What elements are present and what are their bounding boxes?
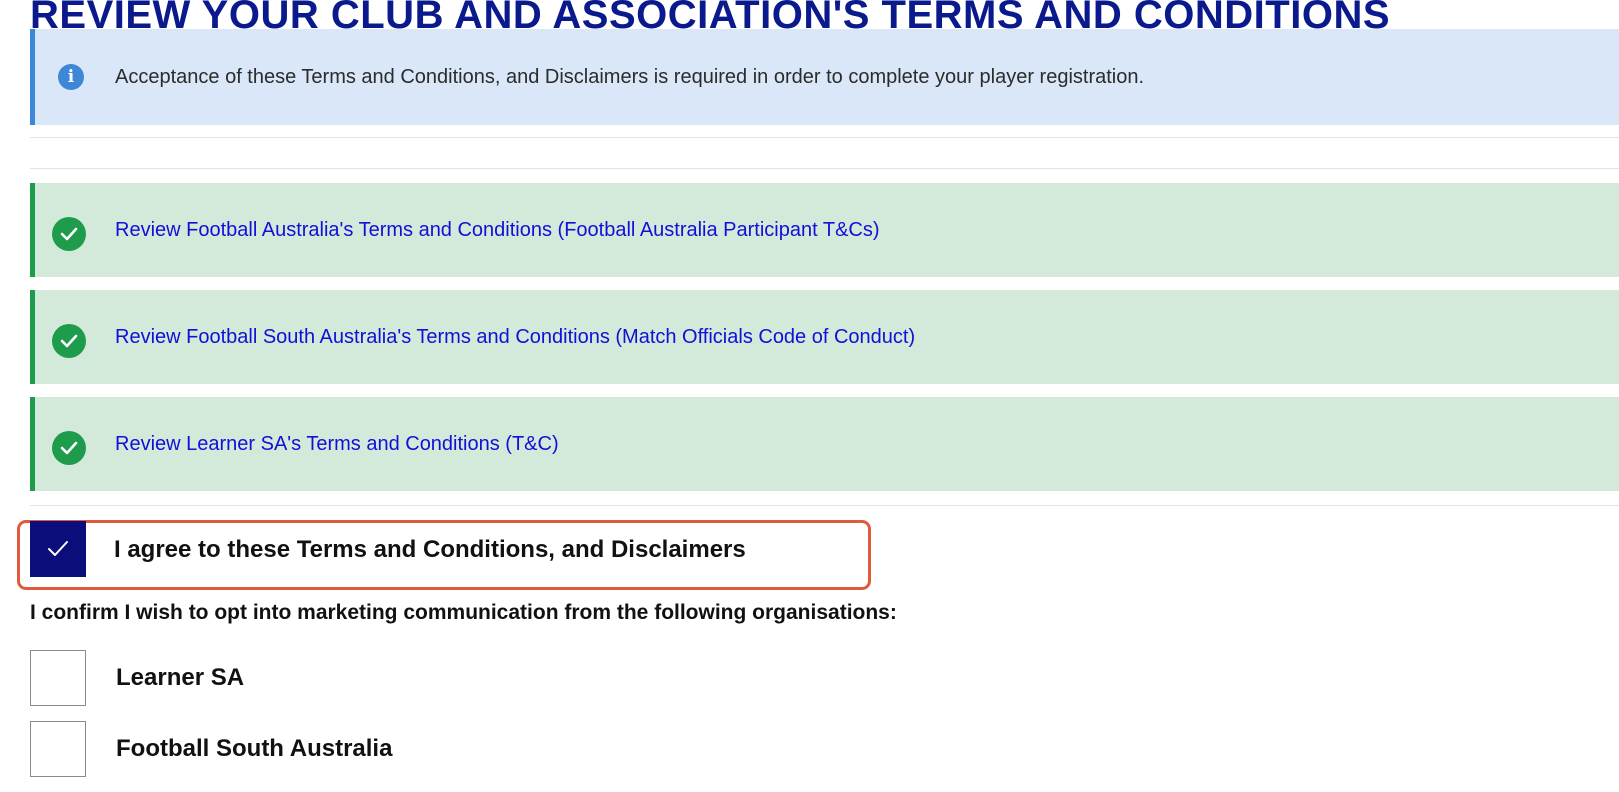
info-banner: i Acceptance of these Terms and Conditio… (30, 29, 1619, 125)
divider (30, 137, 1619, 138)
marketing-checkbox-learner-sa[interactable] (30, 650, 86, 706)
check-circle-icon (52, 431, 86, 465)
check-circle-icon (52, 217, 86, 251)
agree-label[interactable]: I agree to these Terms and Conditions, a… (114, 536, 746, 564)
info-icon: i (58, 64, 84, 90)
check-circle-icon (52, 324, 86, 358)
marketing-label-football-south-australia[interactable]: Football South Australia (116, 735, 392, 763)
review-link-learner-sa[interactable]: Review Learner SA's Terms and Conditions… (115, 432, 559, 456)
review-football-australia: Review Football Australia's Terms and Co… (30, 183, 1619, 277)
review-link-football-south-australia[interactable]: Review Football South Australia's Terms … (115, 325, 915, 349)
divider (30, 168, 1619, 169)
info-text: Acceptance of these Terms and Conditions… (115, 66, 1145, 88)
review-link-football-australia[interactable]: Review Football Australia's Terms and Co… (115, 218, 880, 242)
review-learner-sa: Review Learner SA's Terms and Conditions… (30, 397, 1619, 491)
marketing-label-learner-sa[interactable]: Learner SA (116, 664, 244, 692)
marketing-prompt: I confirm I wish to opt into marketing c… (30, 601, 897, 624)
marketing-checkbox-football-south-australia[interactable] (30, 721, 86, 777)
agree-checkbox[interactable] (30, 521, 86, 577)
divider (30, 505, 1619, 506)
checkmark-icon (48, 541, 68, 556)
review-football-south-australia: Review Football South Australia's Terms … (30, 290, 1619, 384)
